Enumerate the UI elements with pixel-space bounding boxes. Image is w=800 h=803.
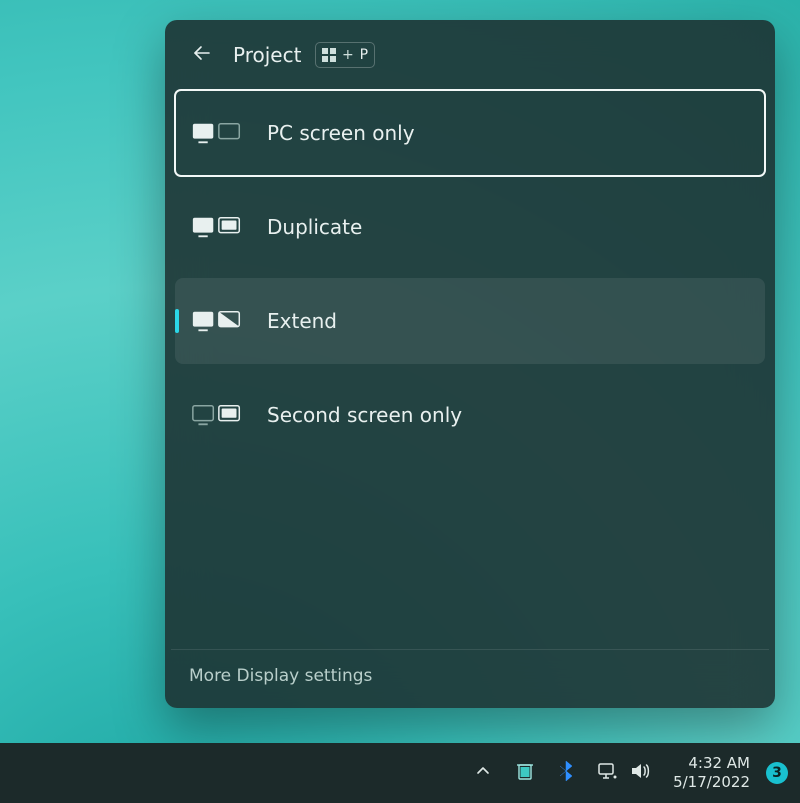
notification-center-badge[interactable]: 3: [766, 762, 788, 784]
taskbar-clock[interactable]: 4:32 AM 5/17/2022: [663, 754, 754, 792]
recycle-bin-icon: [516, 761, 534, 785]
flyout-title: Project: [233, 43, 301, 67]
sound-icon: [629, 761, 651, 785]
project-flyout: Project + P: [165, 20, 775, 708]
network-icon: [597, 761, 619, 785]
second-screen-only-icon: [191, 398, 243, 432]
option-label: PC screen only: [267, 121, 415, 145]
project-options-list: PC screen only Duplicate: [171, 90, 769, 458]
chevron-up-icon: [475, 763, 491, 783]
taskbar-date: 5/17/2022: [673, 773, 750, 792]
option-pc-screen-only[interactable]: PC screen only: [175, 90, 765, 176]
back-button[interactable]: [185, 38, 219, 72]
pc-screen-only-icon: [191, 116, 243, 150]
option-second-screen-only[interactable]: Second screen only: [175, 372, 765, 458]
tray-overflow-button[interactable]: [465, 751, 501, 795]
windows-key-icon: [322, 48, 336, 62]
more-display-settings-link[interactable]: More Display settings: [171, 649, 769, 696]
plus-separator: +: [342, 47, 354, 63]
duplicate-icon: [191, 210, 243, 244]
option-duplicate[interactable]: Duplicate: [175, 184, 765, 270]
option-extend[interactable]: Extend: [175, 278, 765, 364]
option-label: Second screen only: [267, 403, 462, 427]
extend-icon: [191, 304, 243, 338]
flyout-header: Project + P: [171, 28, 769, 90]
system-tray: 4:32 AM 5/17/2022 3: [465, 751, 788, 795]
shortcut-key: P: [360, 47, 368, 63]
bluetooth-icon: [558, 760, 576, 786]
desktop-wallpaper: Project + P: [0, 0, 800, 743]
tray-recycle-bin[interactable]: [507, 751, 543, 795]
tray-bluetooth[interactable]: [549, 751, 585, 795]
taskbar: 4:32 AM 5/17/2022 3: [0, 743, 800, 803]
shortcut-chip: + P: [315, 42, 375, 68]
taskbar-time: 4:32 AM: [673, 754, 750, 773]
option-label: Extend: [267, 309, 337, 333]
arrow-left-icon: [190, 41, 214, 69]
tray-network-sound[interactable]: [591, 751, 657, 795]
accent-indicator: [175, 309, 179, 333]
option-label: Duplicate: [267, 215, 362, 239]
